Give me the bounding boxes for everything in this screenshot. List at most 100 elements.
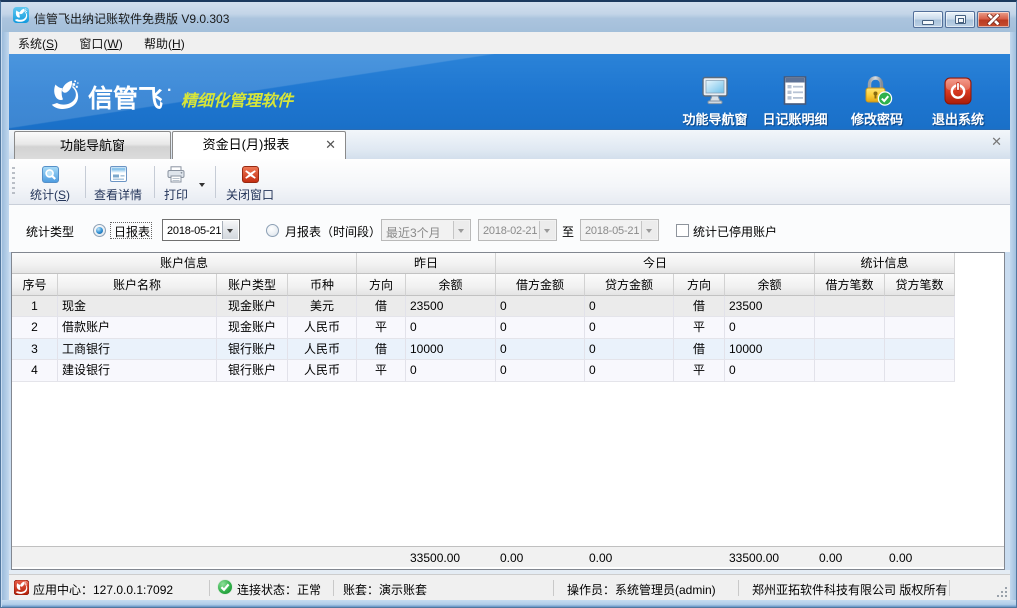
status-app-center: 应用中心：127.0.0.1:7092	[33, 581, 173, 598]
tabstrip-close-icon[interactable]: ✕	[991, 134, 1002, 150]
cell: 0	[496, 296, 585, 317]
cell: 银行账户	[217, 360, 288, 381]
cell: 平	[357, 360, 406, 381]
tab-fund-report[interactable]: 资金日(月)报表 ✕	[172, 131, 346, 159]
tab-function-navigator[interactable]: 功能导航窗	[14, 131, 171, 159]
tab-label: 资金日(月)报表	[203, 137, 290, 152]
status-connection: 连接状态：正常	[237, 581, 321, 598]
maximize-button[interactable]	[945, 11, 975, 28]
toolbar-grip	[12, 167, 15, 197]
disabled-accounts-checkbox[interactable]	[676, 224, 689, 237]
summary-value: 0.00	[889, 551, 912, 565]
cell: 0	[406, 360, 496, 381]
statusbar-separator	[949, 580, 950, 596]
cell: 借	[357, 296, 406, 317]
close-button[interactable]	[977, 11, 1010, 28]
combo-value: 2018-02-21	[483, 225, 537, 237]
maximize-icon	[955, 15, 966, 24]
summary-value: 0.00	[500, 551, 523, 565]
statusbar-separator	[333, 580, 334, 596]
cell: 借款账户	[58, 317, 217, 338]
close-window-button[interactable]: 关闭窗口	[221, 162, 279, 202]
cell: 10000	[725, 339, 815, 360]
menu-help[interactable]: 帮助(H)	[135, 32, 194, 54]
application-window: 信管飞出纳记账软件免费版 V9.0.303 系统(S) 窗口(W) 帮助(H) …	[0, 0, 1017, 608]
cell: 0	[406, 317, 496, 338]
view-details-button[interactable]: 查看详情	[89, 162, 147, 202]
column-header[interactable]: 贷方金额	[585, 274, 674, 296]
statusbar-separator	[209, 580, 210, 596]
group-header[interactable]: 昨日	[357, 253, 496, 274]
status-account-set: 账套：演示账套	[343, 581, 427, 598]
print-button[interactable]: 打印	[159, 162, 193, 202]
cell: 0	[496, 317, 585, 338]
column-header[interactable]: 贷方笔数	[885, 274, 955, 296]
cell: 0	[585, 317, 674, 338]
toolbar-separator	[85, 166, 86, 198]
column-header[interactable]: 账户名称	[58, 274, 217, 296]
statistics-button[interactable]: 统计(S)	[19, 162, 81, 202]
nav-exit-system[interactable]: 退出系统	[920, 76, 996, 128]
cell	[815, 360, 885, 381]
daily-radio[interactable]	[93, 224, 106, 237]
column-header[interactable]: 余额	[406, 274, 496, 296]
summary-value: 0.00	[589, 551, 612, 565]
nav-journal-detail[interactable]: 日记账明细	[757, 76, 833, 128]
resize-grip[interactable]	[996, 586, 1008, 598]
group-header[interactable]: 今日	[496, 253, 815, 274]
banner: 信管飞 · 精细化管理软件 功能导航窗 日记账明细 修改密码 退出系统	[4, 54, 1015, 130]
tab-close-icon[interactable]: ✕	[325, 132, 336, 157]
close-icon	[987, 14, 1000, 28]
dropdown-arrow-icon	[641, 221, 657, 239]
column-header[interactable]: 序号	[12, 274, 58, 296]
app-logo-icon	[13, 7, 29, 23]
summary-value: 33500.00	[729, 551, 779, 565]
column-header[interactable]: 余额	[725, 274, 815, 296]
menu-system[interactable]: 系统(S)	[9, 32, 67, 54]
title-bar: 信管飞出纳记账软件免费版 V9.0.303	[2, 2, 1017, 32]
minimize-icon	[922, 20, 934, 25]
cell: 银行账户	[217, 339, 288, 360]
column-header[interactable]: 账户类型	[217, 274, 288, 296]
column-header[interactable]: 借方金额	[496, 274, 585, 296]
brand-slogan: 精细化管理软件	[181, 87, 293, 111]
cell	[885, 360, 955, 381]
dropdown-arrow-icon	[453, 221, 469, 239]
dropdown-arrow-icon[interactable]	[222, 221, 238, 239]
group-header[interactable]: 统计信息	[815, 253, 955, 274]
nav-change-password[interactable]: 修改密码	[839, 76, 915, 128]
print-dropdown-icon[interactable]	[199, 183, 205, 190]
cell: 10000	[406, 339, 496, 360]
toolbar-button-label: 查看详情	[89, 186, 147, 203]
column-header[interactable]: 方向	[674, 274, 725, 296]
date-to-combo: 2018-05-21	[580, 219, 659, 241]
cell: 平	[674, 317, 725, 338]
minimize-button[interactable]	[913, 11, 943, 28]
toolbar-button-label: 统计(S)	[19, 186, 81, 203]
cell: 3	[12, 339, 58, 360]
monthly-radio-label[interactable]: 月报表（时间段）	[285, 223, 381, 240]
column-header[interactable]: 借方笔数	[815, 274, 885, 296]
tab-strip: 功能导航窗 资金日(月)报表 ✕ ✕	[9, 130, 1010, 159]
column-header[interactable]: 方向	[357, 274, 406, 296]
combo-value: 2018-05-21	[167, 225, 221, 237]
date-from-combo: 2018-02-21	[478, 219, 557, 241]
cell: 平	[357, 317, 406, 338]
disabled-accounts-label[interactable]: 统计已停用账户	[693, 223, 777, 240]
group-header[interactable]: 账户信息	[12, 253, 357, 274]
status-operator: 操作员：系统管理员(admin)	[567, 581, 716, 598]
cell: 0	[585, 296, 674, 317]
daily-date-combo[interactable]: 2018-05-21	[162, 219, 240, 241]
cell: 人民币	[288, 360, 357, 381]
nav-function-navigator[interactable]: 功能导航窗	[677, 76, 753, 128]
menu-window[interactable]: 窗口(W)	[70, 32, 131, 54]
toolbar-button-label: 打印	[159, 186, 193, 203]
combo-value: 最近3个月	[386, 224, 441, 241]
journal-icon	[757, 76, 833, 106]
monthly-radio[interactable]	[266, 224, 279, 237]
statusbar-separator	[553, 580, 554, 596]
cell: 现金账户	[217, 317, 288, 338]
print-icon	[159, 166, 193, 185]
app-center-icon	[14, 580, 29, 598]
column-header[interactable]: 币种	[288, 274, 357, 296]
